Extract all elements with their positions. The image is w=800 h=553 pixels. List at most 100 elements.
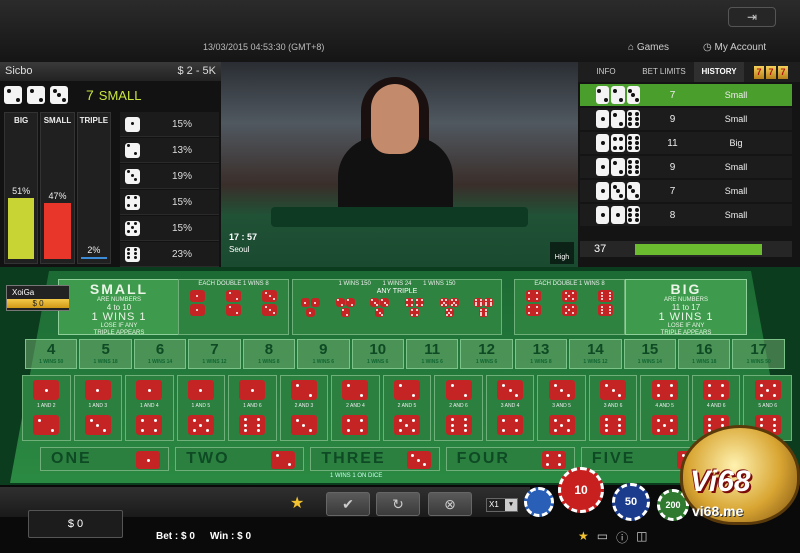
die-face-3: [626, 182, 640, 200]
repeat-button[interactable]: ↻: [376, 492, 420, 516]
bet-amount: Bet : $ 0: [156, 531, 195, 542]
bet-combo-2-6[interactable]: 2 AND 6: [434, 375, 483, 441]
bet-single-three[interactable]: THREE: [310, 447, 440, 471]
clear-button[interactable]: ⊗: [428, 492, 472, 516]
bet-small[interactable]: SMALL ARE NUMBERS 4 to 10 1 WINS 1 LOSE …: [58, 279, 180, 336]
single-label: ONE: [51, 450, 92, 467]
bet-combo-1-5[interactable]: 1 AND 5: [176, 375, 226, 441]
bet-total-16[interactable]: 16 1 WINS 18: [678, 339, 731, 369]
bet-triples[interactable]: 1 WINS 150 1 WINS 24 1 WINS 150 ANY TRIP…: [292, 279, 502, 335]
total-payout: 1 WINS 50: [39, 359, 64, 365]
combo-label: 3 AND 4: [500, 403, 520, 409]
triples-a-payout: 1 WINS 150: [338, 281, 371, 287]
bet-single-one[interactable]: ONE: [40, 447, 170, 471]
combo-label: 2 AND 5: [397, 403, 417, 409]
datetime: 13/03/2015 04:53:30 (GMT+8): [203, 42, 325, 52]
bet-total-15[interactable]: 15 1 WINS 14: [623, 339, 677, 369]
combo-label: 1 AND 3: [88, 403, 108, 409]
bet-total-11[interactable]: 11 1 WINS 6: [405, 339, 459, 369]
chat-icon[interactable]: ▭: [597, 529, 608, 546]
die-face-4: [125, 194, 140, 210]
bet-combo-1-4[interactable]: 1 AND 4: [125, 375, 174, 441]
small-payout: 1 WINS 1: [91, 311, 147, 323]
bet-combo-1-6[interactable]: 1 AND 6: [228, 375, 277, 441]
bet-total-5[interactable]: 51 WINS 18: [79, 339, 132, 369]
bet-total-6[interactable]: 61 WINS 14: [133, 339, 187, 369]
red-die-3: [84, 415, 111, 435]
balance-display: $ 0: [28, 510, 123, 538]
bet-total-10[interactable]: 10 1 WINS 6: [351, 339, 404, 369]
bet-combo-1-2[interactable]: 1 AND 2: [22, 375, 71, 441]
bet-total-13[interactable]: 13 1 WINS 8: [514, 339, 568, 369]
totals-row: 41 WINS 50 5 1 WINS 18 6 1 WINS 14 7 1 WINS 12…: [25, 339, 785, 369]
big-title: BIG: [670, 281, 702, 297]
multiplier-select[interactable]: X1 ▾: [486, 498, 518, 512]
red-die-6: [598, 304, 614, 316]
history-dice: [580, 134, 640, 152]
red-die-2: [393, 380, 420, 400]
last-result-label: SMALL: [98, 87, 142, 103]
bet-combo-2-3[interactable]: 2 AND 3: [279, 375, 329, 441]
exit-button[interactable]: ⇥: [728, 7, 776, 27]
stat-triple: TRIPLE 2%: [76, 112, 111, 264]
history-result: Small: [724, 186, 748, 196]
single-label: THREE: [321, 450, 386, 467]
favorite-star-icon[interactable]: ★: [290, 493, 304, 513]
bet-total-17[interactable]: 17 1 WINS 50: [732, 339, 785, 369]
combo-label: 1 AND 2: [36, 403, 56, 409]
history-icon[interactable]: ◫: [636, 529, 647, 546]
logo-url: vi68.me: [692, 503, 744, 519]
frequency-percent: 19%: [171, 170, 192, 182]
history-dice: [580, 182, 640, 200]
nav-games[interactable]: ⌂ Games: [628, 42, 669, 53]
round-progress: [635, 243, 762, 255]
bet-combo-3-6[interactable]: 3 AND 6: [588, 375, 638, 441]
player-tag: XoiGa $ 0: [6, 285, 70, 311]
slot-777-icon[interactable]: 777: [750, 62, 790, 82]
panel-tabs: INFO BET LIMITS HISTORY 777: [578, 62, 800, 82]
bet-combo-1-3[interactable]: 1 AND 3: [73, 375, 123, 441]
bet-doubles-a[interactable]: EACH DOUBLE 1 WINS 8: [178, 279, 289, 335]
tab-bet-limits[interactable]: BET LIMITS: [634, 62, 694, 82]
bet-total-4[interactable]: 41 WINS 50: [25, 339, 78, 369]
red-die-1: [305, 308, 315, 317]
bet-limits: $ 2 - 5K: [177, 65, 216, 77]
round-bar: 37: [580, 241, 792, 257]
combo-label: 3 AND 5: [552, 403, 571, 409]
quality-toggle[interactable]: High: [550, 242, 574, 264]
red-die-1: [33, 380, 60, 400]
bet-total-8[interactable]: 81 WINS 8: [242, 339, 296, 369]
bet-combo-3-5[interactable]: 3 AND 5: [537, 375, 586, 441]
bet-doubles-b[interactable]: EACH DOUBLE 1 WINS 8: [514, 279, 625, 335]
die-face-1: [596, 182, 610, 200]
total-payout: 1 WINS 8: [530, 359, 552, 365]
doubles-a-dice: [179, 287, 288, 319]
bet-single-two[interactable]: TWO: [175, 447, 305, 471]
big-line4: TRIPLE APPEARS: [660, 330, 712, 336]
red-die-3: [262, 304, 278, 316]
confirm-button[interactable]: ✔: [326, 492, 370, 516]
bet-total-7[interactable]: 71 WINS 12: [188, 339, 241, 369]
info-icon[interactable]: ⓘ: [616, 529, 628, 546]
player-value: $ 0: [7, 299, 69, 308]
bet-combo-3-4[interactable]: 3 AND 4: [485, 375, 535, 441]
star-icon[interactable]: ★: [578, 529, 589, 546]
chip-10[interactable]: 10: [558, 467, 604, 513]
tool-icons: ★ ▭ ⓘ ◫: [578, 529, 647, 546]
red-die-6: [239, 415, 266, 435]
small-title: SMALL: [89, 281, 149, 297]
bet-total-14[interactable]: 14 1 WINS 12: [569, 339, 622, 369]
live-video: 17 : 57 Seoul High: [221, 62, 578, 267]
bet-combo-2-5[interactable]: 2 AND 5: [382, 375, 432, 441]
bet-total-9[interactable]: 91 WINS 6: [297, 339, 350, 369]
tab-history[interactable]: HISTORY: [694, 62, 744, 82]
nav-account[interactable]: ◷ My Account: [703, 42, 766, 53]
total-payout: 1 WINS 6: [312, 359, 335, 365]
bet-combo-2-4[interactable]: 2 AND 4: [331, 375, 380, 441]
tab-info[interactable]: INFO: [578, 62, 634, 82]
bet-total-12[interactable]: 12 1 WINS 6: [460, 339, 513, 369]
bet-single-four[interactable]: FOUR: [445, 447, 575, 471]
chip-partial[interactable]: [524, 487, 554, 517]
bet-big[interactable]: BIG ARE NUMBERS 11 to 17 1 WINS 1 LOSE I…: [625, 279, 747, 336]
chip-50[interactable]: 50: [612, 483, 650, 521]
